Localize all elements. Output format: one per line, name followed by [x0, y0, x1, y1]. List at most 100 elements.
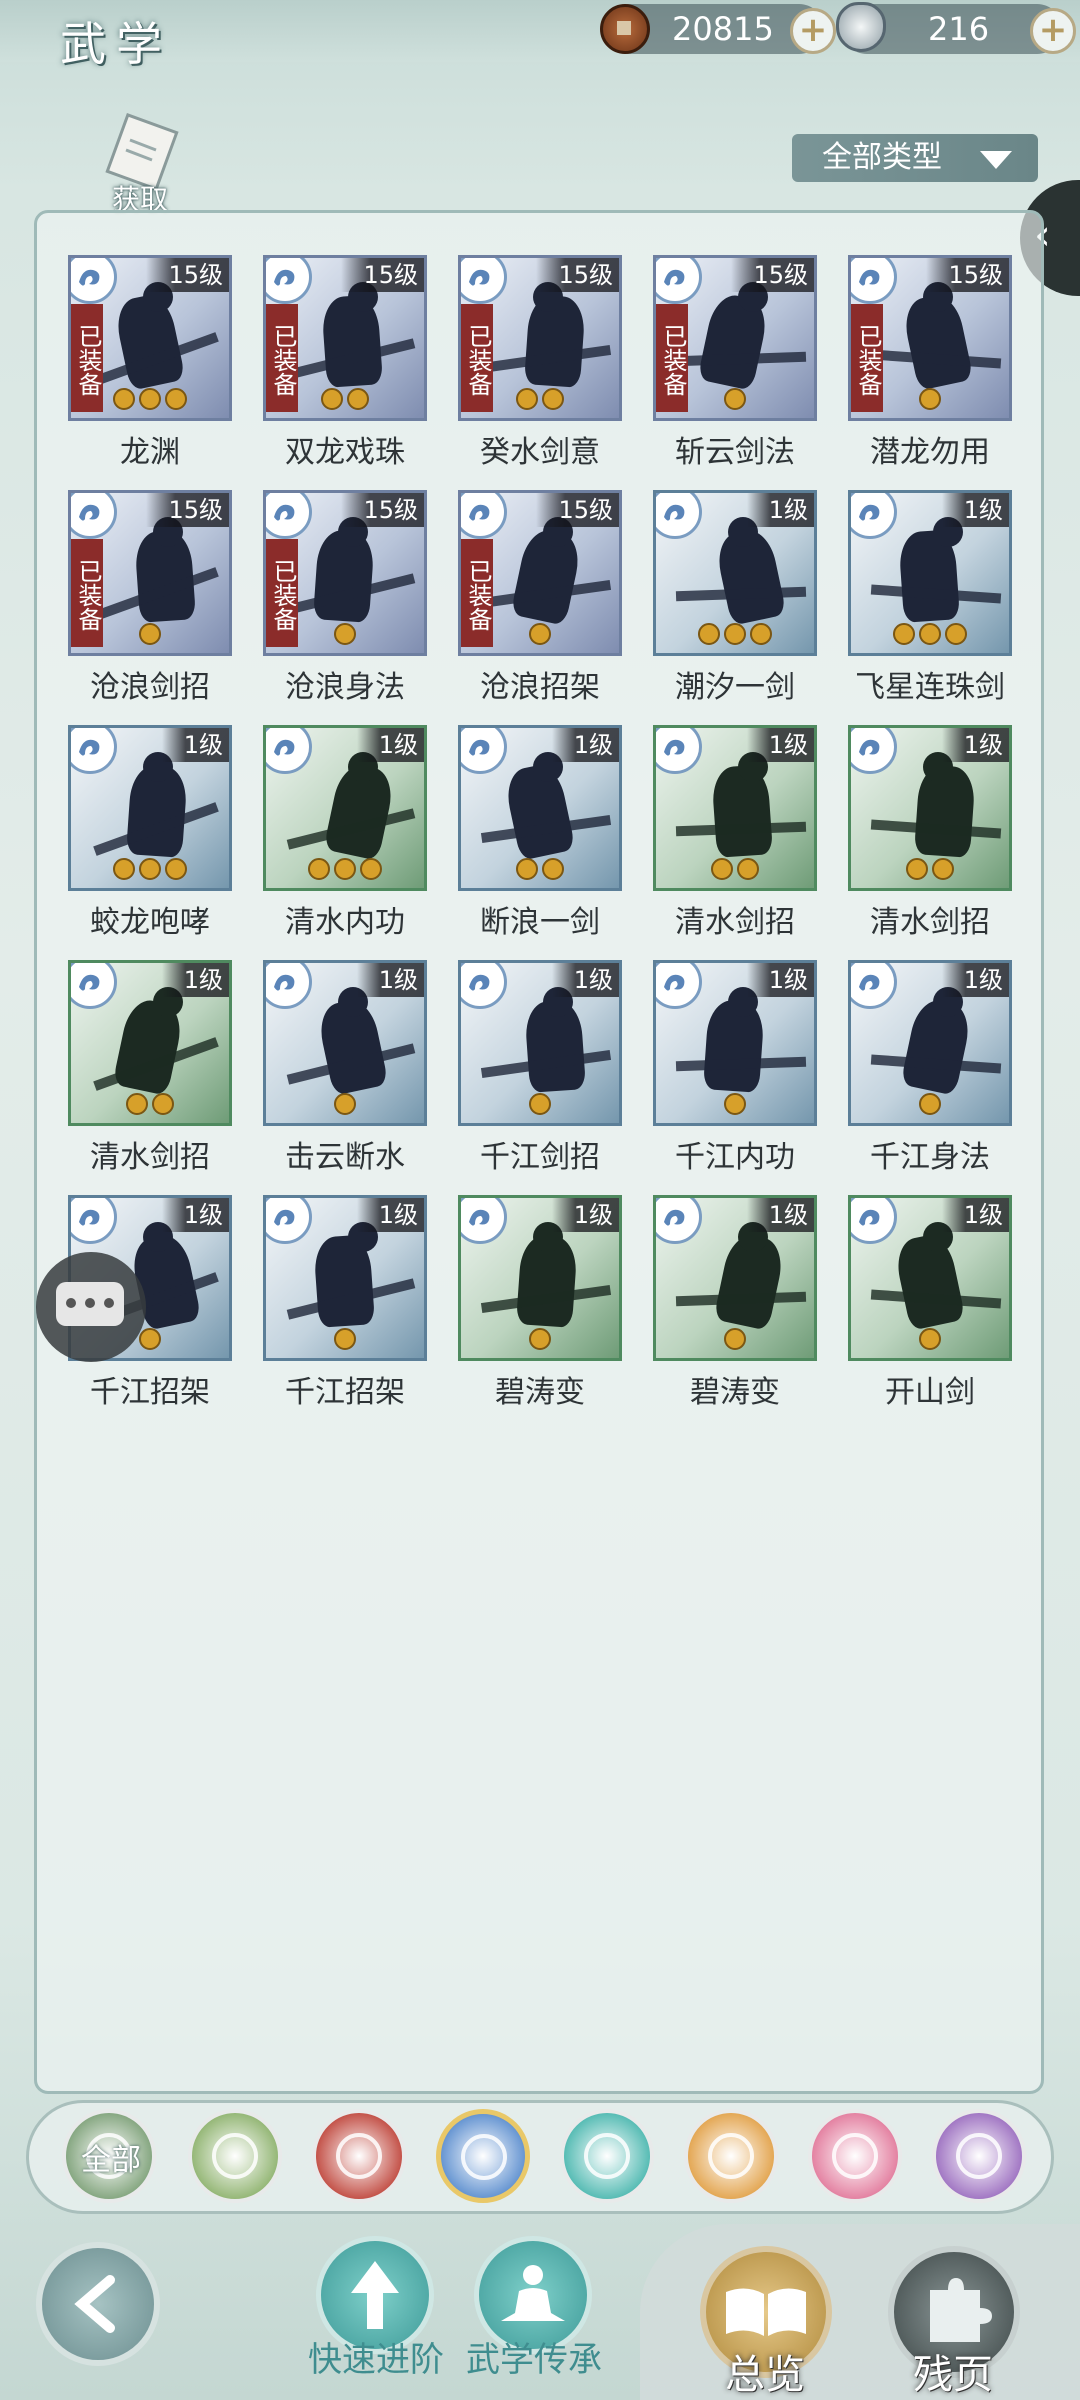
water-element-icon	[851, 728, 897, 774]
inherit-label: 武学传承	[466, 2340, 602, 2380]
flame-star-icon	[165, 858, 187, 880]
skill-stars	[266, 623, 424, 649]
skill-level: 15级	[146, 493, 229, 527]
skill-card[interactable]: 1级	[848, 490, 1012, 656]
skill-stars	[461, 858, 619, 884]
flame-star-icon	[165, 388, 187, 410]
rose-filter-button[interactable]	[932, 2109, 1026, 2203]
water-element-icon	[461, 1198, 507, 1244]
all-filter-button[interactable]: 全部	[62, 2109, 156, 2203]
flame-star-icon	[139, 623, 161, 645]
skill-card[interactable]: 15级 已装备	[848, 255, 1012, 421]
skill-card[interactable]: 15级 已装备	[263, 490, 427, 656]
skill-card[interactable]: 1级	[458, 960, 622, 1126]
shield-filter-button[interactable]	[684, 2109, 778, 2203]
skill-level: 1级	[941, 963, 1009, 997]
skill-stars	[851, 623, 1009, 649]
flame-star-icon	[906, 858, 928, 880]
skill-stars	[656, 623, 814, 649]
skill-stars	[266, 1093, 424, 1119]
flame-star-icon	[711, 858, 733, 880]
flame-star-icon	[139, 858, 161, 880]
flame-star-icon	[347, 388, 369, 410]
coin-value: 20815	[672, 10, 774, 48]
skill-card[interactable]: 15级 已装备	[68, 255, 232, 421]
skill-name: 沧浪剑招	[90, 670, 210, 705]
skill-name: 沧浪招架	[480, 670, 600, 705]
skill-card[interactable]: 1级	[263, 960, 427, 1126]
skill-name: 清水内功	[285, 905, 405, 940]
skill-name: 千江招架	[285, 1375, 405, 1410]
skill-card[interactable]: 1级	[653, 1195, 817, 1361]
flame-star-icon	[321, 388, 343, 410]
skill-name: 碧涛变	[495, 1375, 585, 1410]
type-filter-label: 全部类型	[822, 140, 942, 175]
flame-star-icon	[919, 388, 941, 410]
flame-star-icon	[334, 858, 356, 880]
back-button[interactable]	[36, 2242, 160, 2366]
skill-level: 1级	[551, 963, 619, 997]
flame-star-icon	[893, 623, 915, 645]
skill-card[interactable]: 15级 已装备	[263, 255, 427, 421]
skill-card[interactable]: 1级	[68, 725, 232, 891]
water-element-icon	[851, 1198, 897, 1244]
moon-filter-button[interactable]	[808, 2109, 902, 2203]
skill-card[interactable]: 1级	[848, 725, 1012, 891]
water-filter-button[interactable]	[436, 2109, 530, 2203]
add-coins-button[interactable]: +	[790, 8, 836, 54]
skill-card[interactable]: 1级	[68, 960, 232, 1126]
chat-button[interactable]	[36, 1252, 146, 1362]
skill-card[interactable]: 1级	[653, 490, 817, 656]
page-title: 武学	[60, 17, 172, 71]
butterfly-filter-button[interactable]	[560, 2109, 654, 2203]
skill-card[interactable]: 15级 已装备	[458, 490, 622, 656]
moon-filter-icon	[832, 2133, 878, 2179]
silver-value: 216	[928, 10, 990, 48]
flame-star-icon	[529, 623, 551, 645]
water-element-icon	[461, 493, 507, 539]
skill-card[interactable]: 1级	[848, 1195, 1012, 1361]
skill-card[interactable]: 15级 已装备	[458, 255, 622, 421]
skill-stars	[461, 388, 619, 414]
butterfly-filter-icon	[584, 2133, 630, 2179]
flame-star-icon	[919, 1328, 941, 1350]
water-element-icon	[851, 258, 897, 304]
skill-card[interactable]: 1级	[263, 1195, 427, 1361]
flame-star-icon	[529, 1093, 551, 1115]
water-element-icon	[71, 1198, 117, 1244]
fragments-label: 残页	[913, 2352, 993, 2398]
water-element-icon	[71, 963, 117, 1009]
skill-stars	[851, 388, 1009, 414]
skill-level: 15级	[731, 258, 814, 292]
skill-level: 1级	[356, 963, 424, 997]
skill-level: 1级	[161, 728, 229, 762]
add-silver-button[interactable]: +	[1030, 8, 1076, 54]
skill-card[interactable]: 15级 已装备	[653, 255, 817, 421]
skill-card[interactable]: 15级 已装备	[68, 490, 232, 656]
water-element-icon	[656, 963, 702, 1009]
skill-level: 1级	[161, 1198, 229, 1232]
flame-star-icon	[529, 1328, 551, 1350]
quick-advance-label: 快速进阶	[308, 2340, 444, 2380]
copper-coin-icon	[600, 4, 650, 54]
skill-stars	[851, 1093, 1009, 1119]
skill-level: 1级	[356, 728, 424, 762]
skill-card[interactable]: 1级	[458, 1195, 622, 1361]
flame-star-icon	[724, 388, 746, 410]
skill-card[interactable]: 1级	[653, 725, 817, 891]
skill-stars	[71, 623, 229, 649]
skill-card[interactable]: 1级	[458, 725, 622, 891]
skill-name: 千江剑招	[480, 1140, 600, 1175]
skill-card[interactable]: 1级	[263, 725, 427, 891]
skill-stars	[851, 858, 1009, 884]
skill-card[interactable]: 1级	[848, 960, 1012, 1126]
back-arrow-icon	[74, 2275, 115, 2333]
water-element-icon	[461, 258, 507, 304]
skill-stars	[266, 1328, 424, 1354]
skill-card[interactable]: 1级	[653, 960, 817, 1126]
sword-filter-button[interactable]	[188, 2109, 282, 2203]
skill-level: 1级	[941, 1198, 1009, 1232]
skill-level: 1级	[746, 1198, 814, 1232]
fire-filter-button[interactable]	[312, 2109, 406, 2203]
type-filter-dropdown[interactable]: 全部类型	[792, 134, 1038, 182]
